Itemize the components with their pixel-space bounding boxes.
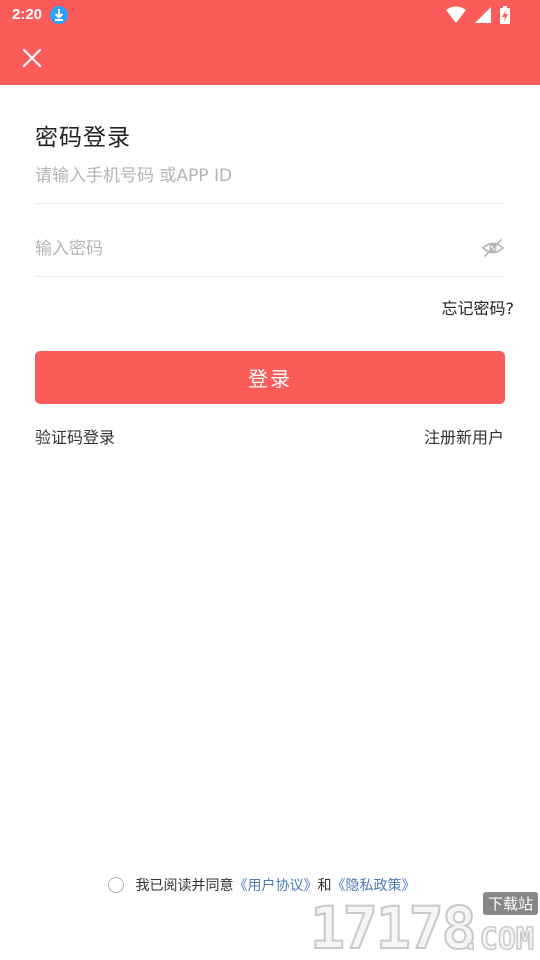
watermark-tag: 下载站 <box>482 892 538 915</box>
top-header <box>0 30 540 85</box>
status-time: 2:20 <box>12 6 43 23</box>
eye-hidden-icon <box>481 239 505 257</box>
phone-field <box>35 158 505 204</box>
watermark-suffix: .COM <box>461 921 535 958</box>
wifi-icon <box>445 6 466 23</box>
close-button[interactable] <box>16 42 48 74</box>
agreement-text: 我已阅读并同意 <box>135 878 234 894</box>
download-icon <box>50 6 68 24</box>
status-icons <box>442 6 510 24</box>
agreement-checkbox[interactable] <box>108 877 124 893</box>
page-title: 密码登录 <box>35 125 131 151</box>
phone-input[interactable] <box>35 158 465 194</box>
signal-icon <box>474 7 491 23</box>
password-input[interactable] <box>35 230 465 268</box>
status-bar: 2:20 <box>0 0 540 30</box>
forgot-password-link[interactable]: 忘记密码? <box>442 295 515 319</box>
close-icon <box>22 48 42 68</box>
watermark-number: 17178 <box>309 893 478 960</box>
sms-login-link[interactable]: 验证码登录 <box>35 424 115 448</box>
password-field <box>35 230 505 277</box>
user-agreement-link[interactable]: 《用户协议》 <box>233 878 317 894</box>
password-visibility-toggle[interactable] <box>481 238 505 258</box>
login-button[interactable]: 登录 <box>35 351 505 404</box>
register-link[interactable]: 注册新用户 <box>424 424 504 448</box>
watermark-logo: 17178 下载站 .COM <box>309 890 540 960</box>
battery-charging-icon <box>500 6 510 24</box>
